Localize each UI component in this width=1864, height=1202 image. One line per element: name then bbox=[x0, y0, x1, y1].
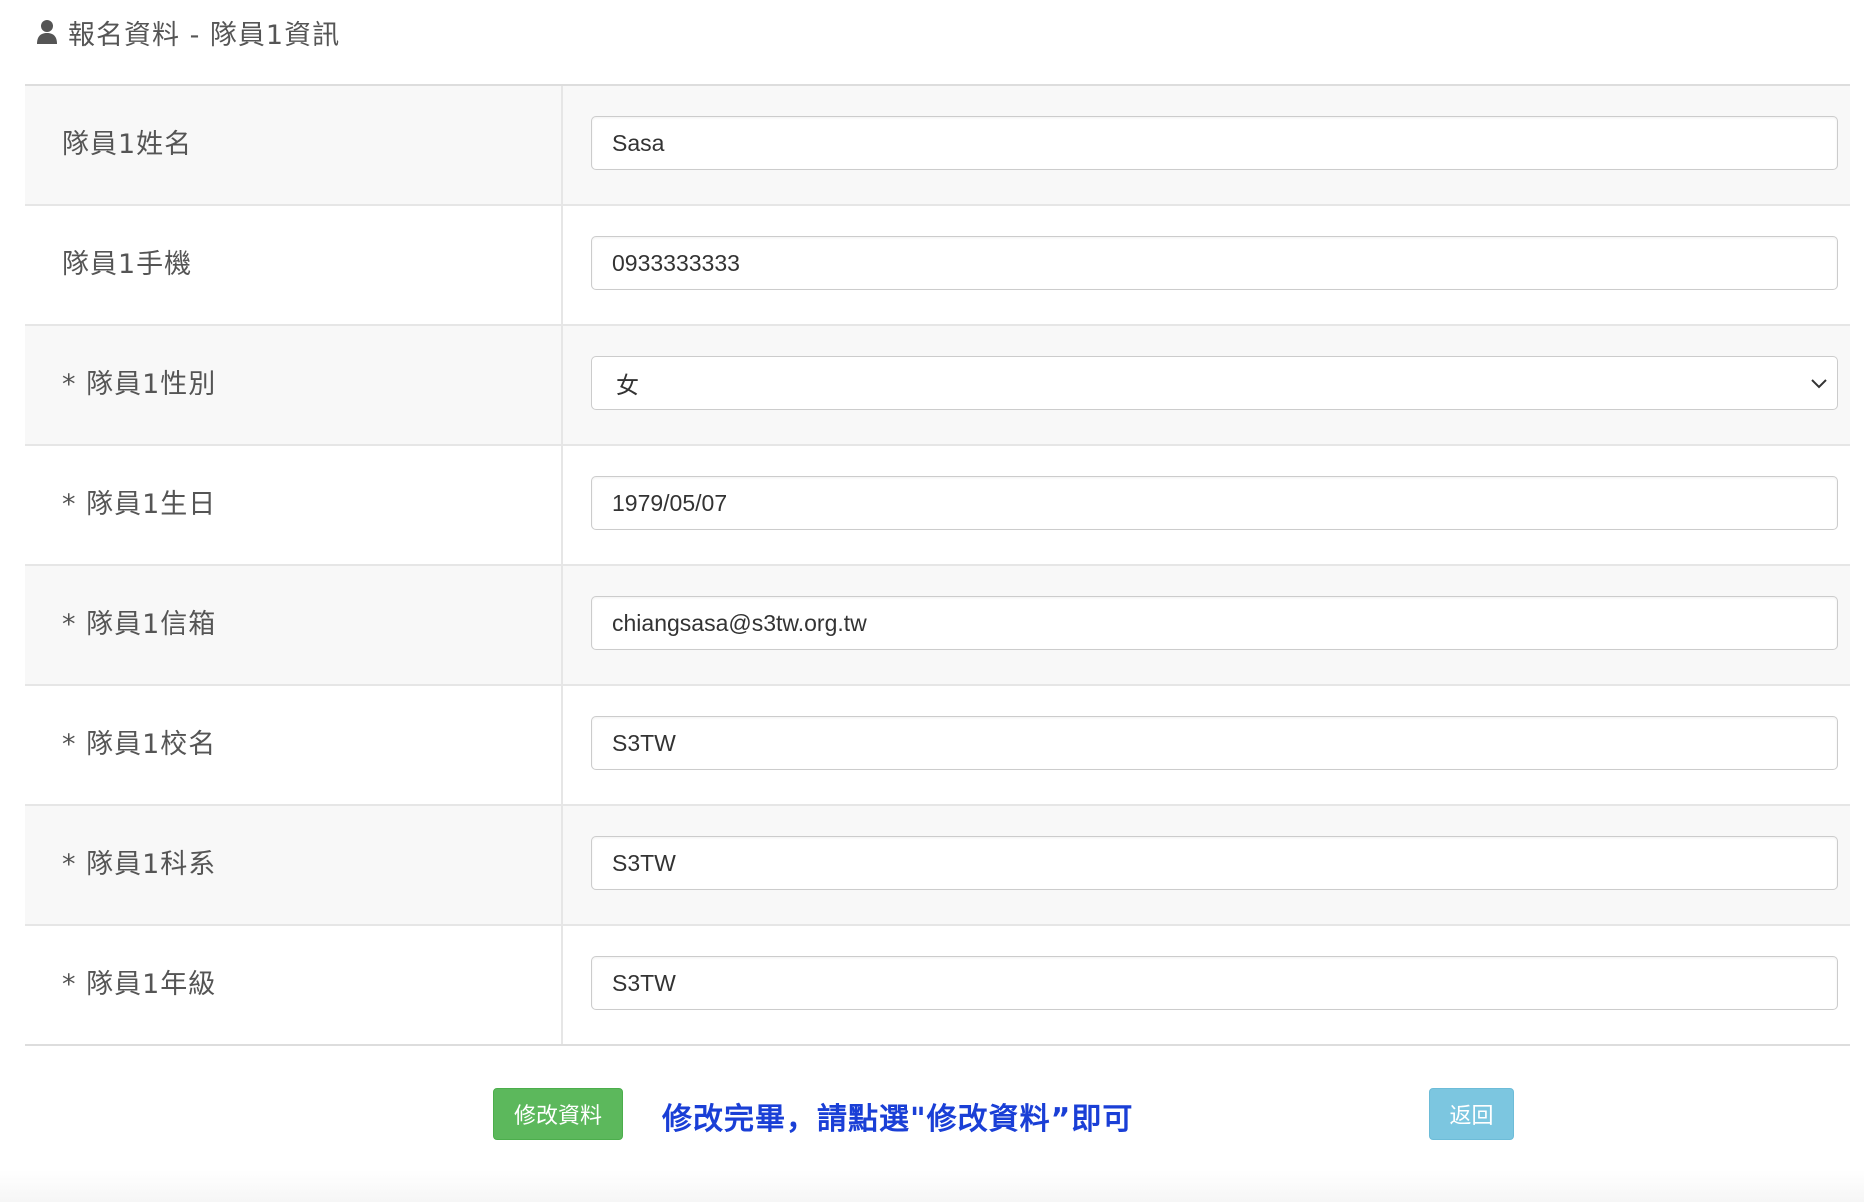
form-row-phone: 隊員1手機 bbox=[25, 206, 1850, 326]
form-row-gender: * 隊員1性別 女 bbox=[25, 326, 1850, 446]
field-label: * 隊員1生日 bbox=[25, 446, 563, 564]
gender-select[interactable]: 女 bbox=[591, 356, 1838, 410]
department-input[interactable] bbox=[591, 836, 1838, 890]
phone-input[interactable] bbox=[591, 236, 1838, 290]
grade-input[interactable] bbox=[591, 956, 1838, 1010]
form-row-school: * 隊員1校名 bbox=[25, 686, 1850, 806]
chevron-down-icon bbox=[1811, 379, 1827, 389]
form-row-birthday: * 隊員1生日 bbox=[25, 446, 1850, 566]
form-row-department: * 隊員1科系 bbox=[25, 806, 1850, 926]
section-title: 報名資料 - 隊員1資訊 bbox=[68, 19, 341, 51]
user-icon bbox=[37, 20, 57, 44]
field-label: 隊員1手機 bbox=[25, 206, 563, 324]
page-footer-band bbox=[0, 1170, 1864, 1202]
school-input[interactable] bbox=[591, 716, 1838, 770]
email-input[interactable] bbox=[591, 596, 1838, 650]
name-input[interactable] bbox=[591, 116, 1838, 170]
field-label: 隊員1姓名 bbox=[25, 86, 563, 204]
form-row-email: * 隊員1信箱 bbox=[25, 566, 1850, 686]
form-row-grade: * 隊員1年級 bbox=[25, 926, 1850, 1046]
field-label: * 隊員1年級 bbox=[25, 926, 563, 1044]
hint-text: 修改完畢，請點選"修改資料”即可 bbox=[662, 1102, 1134, 1137]
field-label: * 隊員1科系 bbox=[25, 806, 563, 924]
save-button[interactable]: 修改資料 bbox=[493, 1088, 623, 1140]
field-label: * 隊員1信箱 bbox=[25, 566, 563, 684]
gender-selected-value: 女 bbox=[616, 373, 639, 399]
form-row-name: 隊員1姓名 bbox=[25, 86, 1850, 206]
field-label: * 隊員1性別 bbox=[25, 326, 563, 444]
birthday-input[interactable] bbox=[591, 476, 1838, 530]
member-form: 隊員1姓名 隊員1手機 * 隊員1性別 女 * 隊員1生日 * 隊員1信箱 bbox=[25, 84, 1850, 1046]
field-label: * 隊員1校名 bbox=[25, 686, 563, 804]
form-actions: 修改資料 修改完畢，請點選"修改資料”即可 返回 bbox=[0, 1088, 1864, 1144]
back-button[interactable]: 返回 bbox=[1429, 1088, 1514, 1140]
section-header: 報名資料 - 隊員1資訊 bbox=[36, 10, 340, 54]
